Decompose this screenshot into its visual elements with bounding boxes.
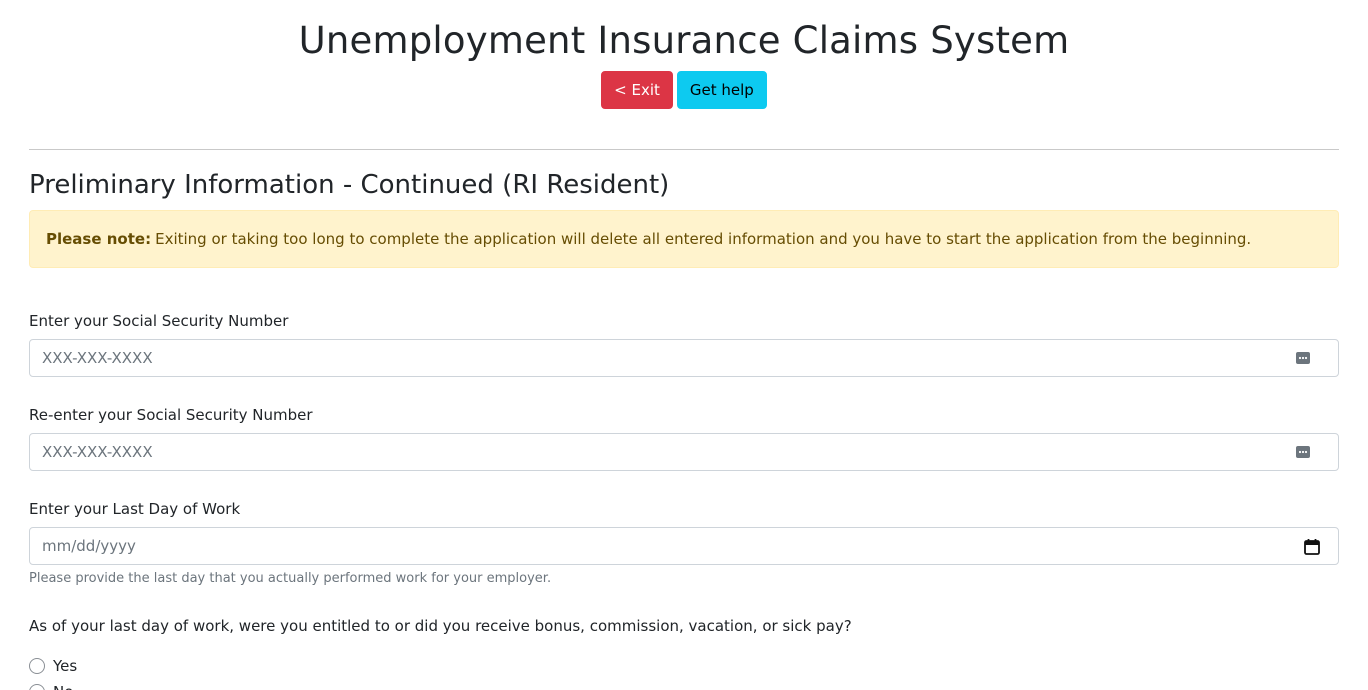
page-container: Unemployment Insurance Claims System < E… xyxy=(0,18,1368,690)
app-title: Unemployment Insurance Claims System xyxy=(298,19,1070,62)
section-title: Preliminary Information - Continued (RI … xyxy=(29,170,670,200)
password-dots-icon[interactable] xyxy=(1295,350,1311,366)
divider xyxy=(29,149,1339,150)
ssn-confirm-input[interactable] xyxy=(30,434,1338,470)
warning-alert: Please note: Exiting or taking too long … xyxy=(29,210,1339,268)
ssn-confirm-group: Re-enter your Social Security Number xyxy=(29,405,1339,471)
calendar-icon[interactable] xyxy=(1303,538,1321,556)
header-actions: < Exit Get help xyxy=(29,71,1339,109)
last-day-field xyxy=(29,527,1339,565)
ssn-group: Enter your Social Security Number xyxy=(29,311,1339,377)
ssn-field xyxy=(29,339,1339,377)
radio-no[interactable] xyxy=(29,684,45,690)
exit-button[interactable]: < Exit xyxy=(601,71,673,109)
last-day-help-text: Please provide the last day that you act… xyxy=(29,571,552,586)
ssn-input[interactable] xyxy=(30,340,1338,376)
pay-question-group: As of your last day of work, were you en… xyxy=(29,616,1339,690)
alert-text: Exiting or taking too long to complete t… xyxy=(155,230,1252,248)
radio-group: Yes No xyxy=(29,653,1339,690)
last-day-input[interactable] xyxy=(30,528,1338,564)
last-day-label: Enter your Last Day of Work xyxy=(29,500,241,518)
radio-no-label[interactable]: No xyxy=(53,683,73,690)
ssn-confirm-field xyxy=(29,433,1339,471)
ssn-label: Enter your Social Security Number xyxy=(29,312,289,330)
pay-question: As of your last day of work, were you en… xyxy=(29,617,852,635)
last-day-group: Enter your Last Day of Work Please provi… xyxy=(29,499,1339,587)
ssn-confirm-label: Re-enter your Social Security Number xyxy=(29,406,313,424)
password-dots-icon[interactable] xyxy=(1295,444,1311,460)
radio-option-no[interactable]: No xyxy=(29,679,1339,690)
alert-bold-label: Please note: xyxy=(46,230,152,248)
radio-yes[interactable] xyxy=(29,658,45,674)
get-help-button[interactable]: Get help xyxy=(676,71,767,109)
radio-yes-label[interactable]: Yes xyxy=(53,657,77,675)
radio-option-yes[interactable]: Yes xyxy=(29,653,1339,679)
